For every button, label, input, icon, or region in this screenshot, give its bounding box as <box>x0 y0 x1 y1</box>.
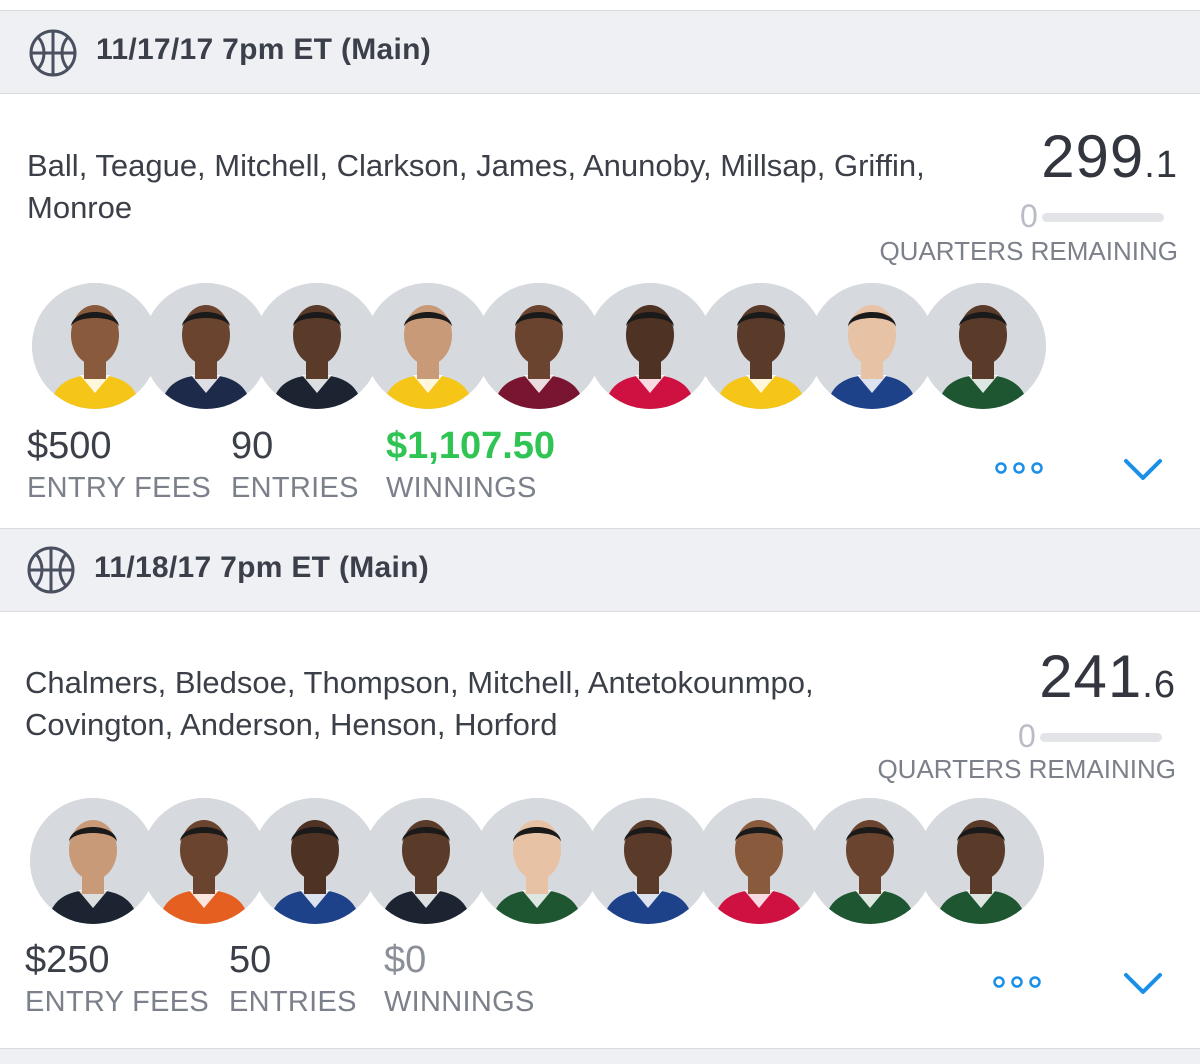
fantasy-score: 241.6 <box>1039 642 1176 711</box>
player-avatar[interactable] <box>920 283 1046 409</box>
entry-fees-stat: $500 ENTRY FEES <box>27 424 211 508</box>
player-avatar[interactable] <box>365 283 491 409</box>
entries-stat: 90 ENTRIES <box>231 424 359 508</box>
player-avatar[interactable] <box>141 798 267 924</box>
player-photo <box>698 283 824 409</box>
contest-card-2: 11/18/17 7pm ET (Main) Chalmers, Bledsoe… <box>0 528 1200 1048</box>
player-avatar[interactable] <box>918 798 1044 924</box>
player-avatar[interactable] <box>32 283 158 409</box>
winnings-stat: $1,107.50 WINNINGS <box>386 424 555 508</box>
winnings-value: $1,107.50 <box>386 425 556 467</box>
quarters-remaining-count: 0 <box>1020 198 1038 234</box>
player-photo <box>476 283 602 409</box>
lineup-names: Ball, Teague, Mitchell, Clarkson, James,… <box>27 148 925 225</box>
contest-title: 11/17/17 7pm ET (Main) <box>96 33 432 66</box>
entries-value: 50 <box>229 939 272 981</box>
entries-stat: 50 ENTRIES <box>229 938 357 1022</box>
player-photo <box>696 798 822 924</box>
quarters-progress: 0 <box>1006 718 1176 758</box>
player-avatar[interactable] <box>585 798 711 924</box>
winnings-value: $0 <box>384 939 427 981</box>
player-photo <box>363 798 489 924</box>
player-photo <box>920 283 1046 409</box>
player-photo <box>143 283 269 409</box>
player-avatar[interactable] <box>363 798 489 924</box>
player-photo <box>807 798 933 924</box>
player-photo <box>474 798 600 924</box>
score-decimal: .1 <box>1144 144 1178 186</box>
player-photo <box>30 798 156 924</box>
quarters-remaining-label: QUARTERS REMAINING <box>879 236 1178 266</box>
contest-header[interactable]: 11/18/17 7pm ET (Main) <box>0 528 1200 612</box>
player-photo <box>252 798 378 924</box>
player-avatar[interactable] <box>809 283 935 409</box>
player-avatar[interactable] <box>252 798 378 924</box>
quarters-progress-bar <box>1040 733 1162 742</box>
player-photo <box>365 283 491 409</box>
quarters-progress-bar <box>1042 213 1164 222</box>
player-avatar[interactable] <box>698 283 824 409</box>
player-avatar[interactable] <box>254 283 380 409</box>
chevron-down-icon[interactable] <box>1123 456 1163 482</box>
player-photo <box>809 283 935 409</box>
contest-card-1: 11/17/17 7pm ET (Main) Ball, Teague, Mit… <box>0 0 1200 528</box>
player-avatar[interactable] <box>587 283 713 409</box>
player-avatar[interactable] <box>807 798 933 924</box>
player-avatar[interactable] <box>30 798 156 924</box>
entry-fees-value: $500 <box>27 425 112 467</box>
player-avatar[interactable] <box>143 283 269 409</box>
entry-fees-label: ENTRY FEES <box>25 986 210 1018</box>
basketball-icon <box>29 29 77 77</box>
player-avatar[interactable] <box>474 798 600 924</box>
fantasy-score: 299.1 <box>1041 122 1178 191</box>
contest-stats: $500 ENTRY FEES 90 ENTRIES $1,107.50 WIN… <box>27 424 1187 514</box>
player-photo <box>32 283 158 409</box>
player-photo <box>585 798 711 924</box>
score-decimal: .6 <box>1142 664 1176 706</box>
entry-fees-stat: $250 ENTRY FEES <box>25 938 209 1022</box>
player-avatar[interactable] <box>696 798 822 924</box>
winnings-stat: $0 WINNINGS <box>384 938 535 1022</box>
quarters-remaining-label: QUARTERS REMAINING <box>877 754 1176 784</box>
basketball-icon <box>27 546 75 594</box>
player-photo <box>141 798 267 924</box>
entry-fees-label: ENTRY FEES <box>27 472 212 504</box>
player-photo <box>918 798 1044 924</box>
entries-label: ENTRIES <box>229 986 357 1018</box>
player-avatars <box>32 283 1052 411</box>
quarters-remaining-count: 0 <box>1018 718 1036 754</box>
chevron-down-icon[interactable] <box>1123 970 1163 996</box>
player-avatar[interactable] <box>476 283 602 409</box>
entries-value: 90 <box>231 425 274 467</box>
entry-fees-value: $250 <box>25 939 110 981</box>
player-avatars <box>30 798 1050 926</box>
entries-label: ENTRIES <box>231 472 359 504</box>
score-integer: 241 <box>1039 643 1143 710</box>
quarters-progress: 0 <box>1008 198 1178 238</box>
next-contest-header-edge <box>0 1048 1200 1064</box>
contest-title: 11/18/17 7pm ET (Main) <box>94 551 430 584</box>
more-options-icon[interactable] <box>993 460 1045 476</box>
player-photo <box>587 283 713 409</box>
contest-header[interactable]: 11/17/17 7pm ET (Main) <box>0 10 1200 94</box>
contest-stats: $250 ENTRY FEES 50 ENTRIES $0 WINNINGS <box>25 938 1185 1028</box>
score-integer: 299 <box>1041 123 1145 190</box>
more-options-icon[interactable] <box>991 974 1043 990</box>
winnings-label: WINNINGS <box>386 472 537 504</box>
player-photo <box>254 283 380 409</box>
winnings-label: WINNINGS <box>384 986 535 1018</box>
lineup-names: Chalmers, Bledsoe, Thompson, Mitchell, A… <box>25 665 814 742</box>
